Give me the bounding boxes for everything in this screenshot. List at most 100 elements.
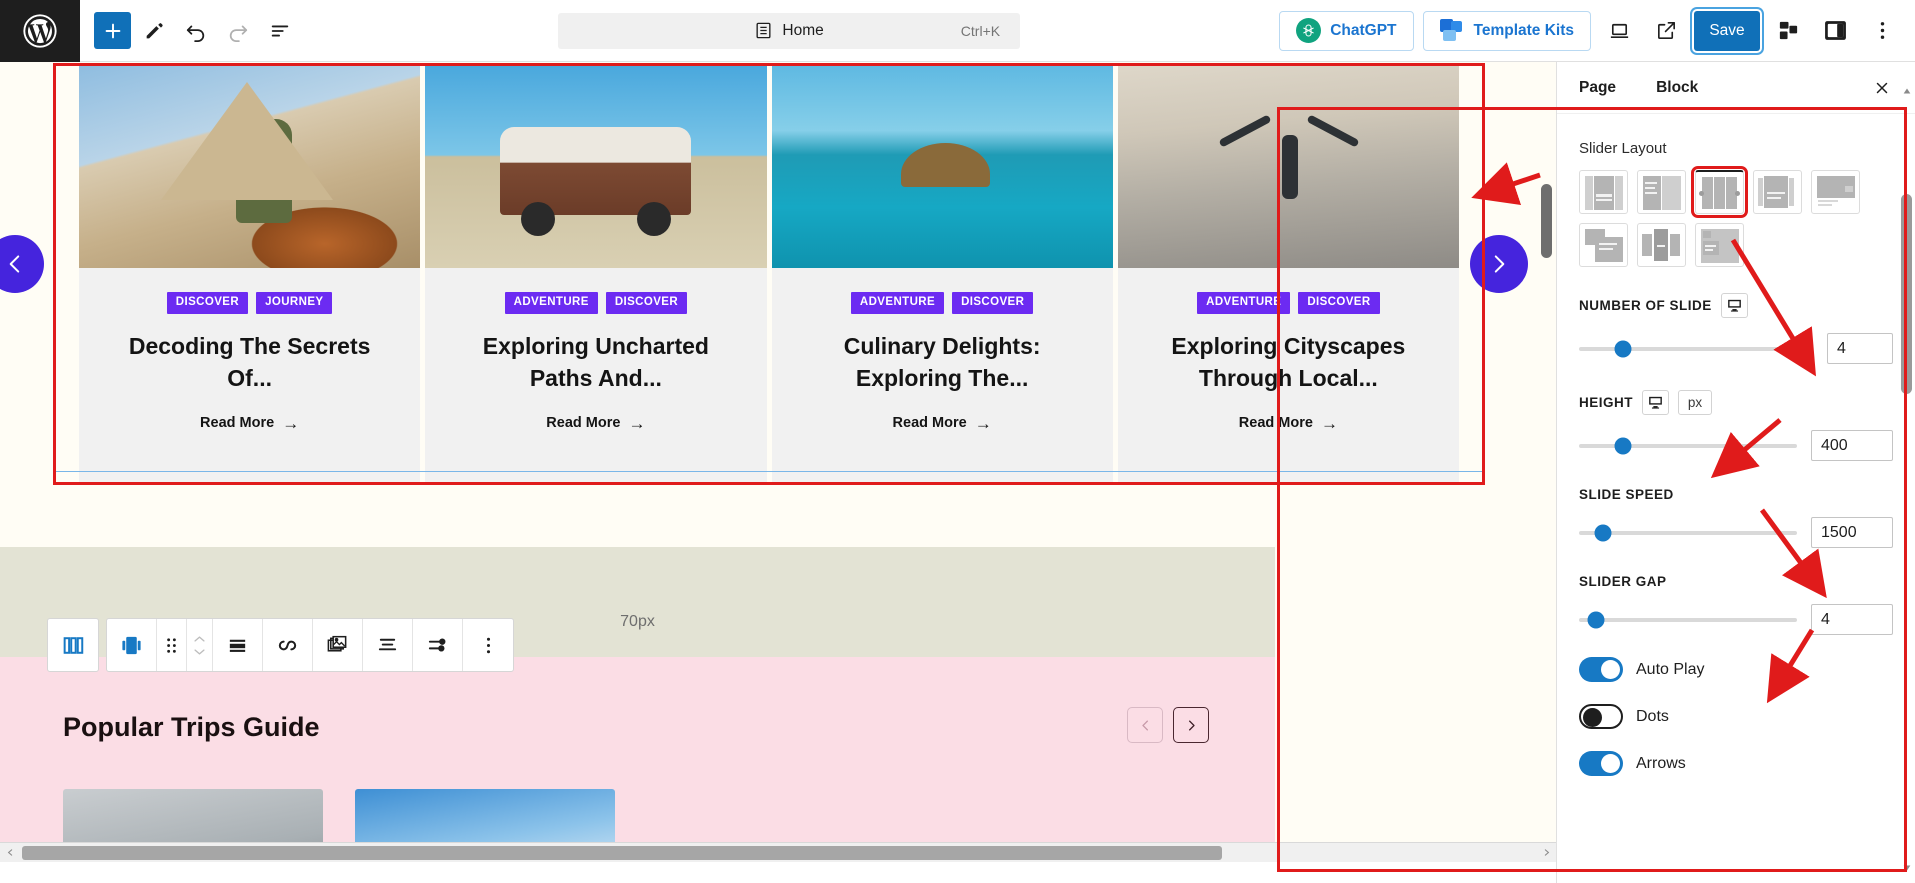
layout-option-7[interactable] [1637,223,1686,267]
scroll-down-icon[interactable] [1900,861,1913,874]
sidebar-scrollbar[interactable] [1900,84,1913,874]
section-prev-button[interactable] [1127,707,1163,743]
control-slider-knob[interactable] [1614,340,1632,357]
more-options-button[interactable] [1863,12,1901,50]
arrows-toggle[interactable] [1579,751,1623,776]
canvas-horizontal-scrollbar-thumb[interactable] [22,845,1222,860]
document-overview-button[interactable] [261,12,299,50]
control-slider-track[interactable] [1579,611,1797,628]
slide-title: Exploring Cityscapes Through Local... [1171,332,1406,392]
tag-badge[interactable]: ADVENTURE [1197,292,1291,314]
slide-card[interactable]: DISCOVER JOURNEY Decoding The Secrets Of… [79,66,421,484]
drag-handle[interactable] [157,619,187,671]
redo-button[interactable] [219,12,257,50]
tag-badge[interactable]: ADVENTURE [504,292,598,314]
control-slider-track[interactable] [1579,524,1797,541]
add-block-button[interactable] [94,12,131,49]
view-site-button[interactable] [1647,12,1685,50]
tag-badge[interactable]: DISCOVER [952,292,1034,314]
block-more-options-button[interactable] [463,619,513,671]
chatgpt-button[interactable]: ChatGPT [1279,10,1414,51]
undo-button[interactable] [177,12,215,50]
scroll-up-icon[interactable] [1900,84,1913,97]
dots-toggle[interactable] [1579,704,1623,729]
tag-badge[interactable]: DISCOVER [166,292,249,314]
slide-tags: DISCOVER JOURNEY [166,292,333,314]
edit-tool-button[interactable] [135,12,173,50]
arrow-right-icon: → [974,413,992,433]
slider-next-button[interactable] [1470,235,1528,293]
slider-layout-options [1579,166,1869,267]
height-unit-chip[interactable]: px [1678,390,1713,415]
layout-option-8[interactable] [1695,223,1744,267]
section-next-button[interactable] [1173,707,1209,743]
layout-option-6[interactable] [1579,223,1628,267]
layout-option-3[interactable] [1691,166,1748,218]
text-align-button[interactable] [363,619,413,671]
desktop-icon[interactable] [1720,293,1748,318]
slide-speed-control: SLIDE SPEED [1579,487,1893,548]
slide-title: Decoding The Secrets Of... [128,332,371,392]
media-button[interactable] [313,619,363,671]
read-more-link[interactable]: Read More → [546,415,645,432]
patterns-button[interactable] [1769,12,1807,50]
command-bar-title: Home [782,21,824,39]
sidebar-scrollbar-thumb[interactable] [1901,194,1912,394]
tag-badge[interactable]: JOURNEY [256,292,333,314]
control-value-input[interactable] [1827,333,1893,364]
slide-tags: ADVENTURE DISCOVER [1197,292,1380,314]
layout-option-1[interactable] [1579,170,1628,214]
align-button[interactable] [213,619,263,671]
page-document-icon [754,21,773,40]
template-kits-button[interactable]: Template Kits [1422,10,1591,51]
layout-option-2[interactable] [1637,170,1686,214]
scroll-left-icon[interactable] [0,843,20,863]
editor-canvas[interactable]: 70px Popular Trips Guide DISCOVER JOURNE… [0,62,1556,862]
dots-label: Dots [1636,707,1669,725]
layout-option-5[interactable] [1811,170,1860,214]
control-slider-knob[interactable] [1587,611,1605,628]
link-button[interactable] [263,619,313,671]
slide-card[interactable]: ADVENTURE DISCOVER Culinary Delights: Ex… [771,66,1113,484]
control-value-input[interactable] [1811,517,1893,548]
command-bar[interactable]: Home Ctrl+K [558,12,1021,49]
desktop-icon[interactable] [1642,390,1670,415]
parent-block-button[interactable] [47,618,99,672]
tab-block[interactable]: Block [1634,79,1716,97]
tag-badge[interactable]: ADVENTURE [850,292,945,314]
command-bar-shortcut: Ctrl+K [960,22,1001,39]
auto-play-label: Auto Play [1636,660,1705,678]
block-settings-button[interactable] [413,619,463,671]
control-slider-track[interactable] [1579,340,1813,357]
slider-block[interactable]: DISCOVER JOURNEY Decoding The Secrets Of… [56,66,1482,484]
canvas-vertical-scrollbar-thumb[interactable] [1541,184,1552,258]
control-slider-knob[interactable] [1614,437,1632,454]
control-slider-track[interactable] [1579,437,1797,454]
tab-page[interactable]: Page [1579,79,1634,97]
close-sidebar-button[interactable] [1867,73,1897,103]
read-more-link[interactable]: Read More → [1239,415,1338,432]
slider-prev-button[interactable] [0,235,44,293]
control-value-input[interactable] [1811,430,1893,461]
control-slider-knob[interactable] [1594,524,1612,541]
slide-card[interactable]: ADVENTURE DISCOVER Exploring Cityscapes … [1117,66,1459,484]
section-nav-buttons [1127,707,1209,743]
move-up-down-buttons[interactable] [187,619,213,671]
slide-card[interactable]: ADVENTURE DISCOVER Exploring Uncharted P… [425,66,767,484]
view-device-button[interactable] [1600,12,1638,50]
tag-badge[interactable]: DISCOVER [1298,292,1380,314]
auto-play-toggle[interactable] [1579,657,1623,682]
control-value-input[interactable] [1811,604,1893,635]
settings-sidebar-toggle[interactable] [1816,12,1854,50]
layout-option-4[interactable] [1753,170,1802,214]
canvas-horizontal-scrollbar[interactable] [0,842,1556,862]
scroll-right-icon[interactable] [1536,843,1556,863]
tag-badge[interactable]: DISCOVER [605,292,688,314]
read-more-link[interactable]: Read More → [893,415,992,432]
read-more-link[interactable]: Read More → [200,415,299,432]
wordpress-logo-icon[interactable] [0,0,80,62]
control-label: SLIDE SPEED [1579,487,1674,502]
photo-pyramid-rider [79,66,421,268]
block-type-button[interactable] [107,619,157,671]
save-button[interactable]: Save [1694,10,1760,51]
